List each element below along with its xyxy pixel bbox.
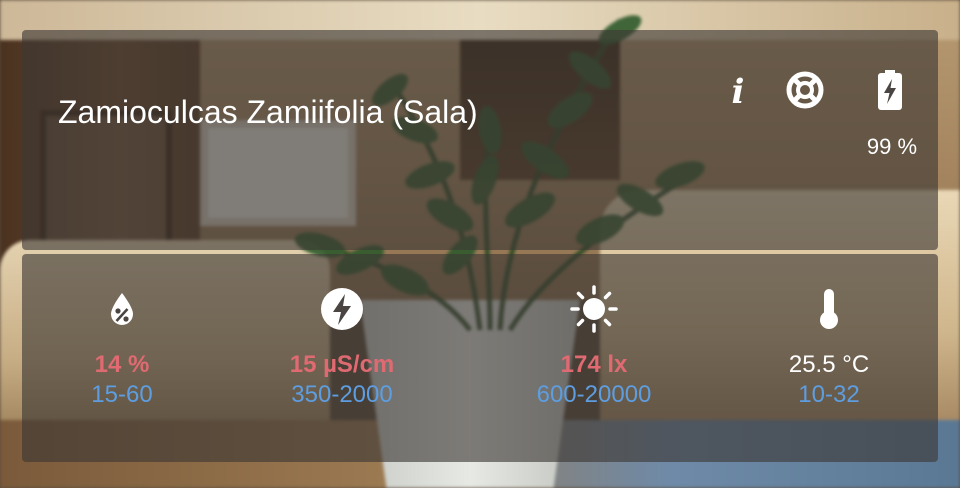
sensor-card: 14 % 15-60 15 µS/cm 350-2000 174 lx 600-… bbox=[22, 254, 938, 462]
illuminance-range: 600-20000 bbox=[536, 381, 652, 408]
moisture-value: 14 % bbox=[94, 351, 150, 378]
conductivity-flash-icon bbox=[242, 284, 442, 334]
conductivity-value: 15 µS/cm bbox=[289, 351, 395, 378]
battery-charging-icon[interactable] bbox=[868, 68, 912, 112]
sensor-conductivity[interactable]: 15 µS/cm 350-2000 bbox=[242, 284, 442, 410]
conductivity-range: 350-2000 bbox=[291, 381, 393, 408]
plant-header-card: Zamioculcas Zamiifolia (Sala) i 99 % bbox=[22, 30, 938, 250]
info-icon[interactable]: i bbox=[716, 68, 760, 112]
battery-level: 99 % bbox=[866, 134, 918, 159]
sensor-moisture[interactable]: 14 % 15-60 bbox=[22, 284, 222, 410]
thermometer-icon bbox=[729, 284, 929, 334]
illuminance-value: 174 lx bbox=[560, 351, 628, 378]
moisture-range: 15-60 bbox=[91, 381, 153, 408]
sun-icon bbox=[494, 284, 694, 334]
temperature-range: 10-32 bbox=[798, 381, 860, 408]
sensor-illuminance[interactable]: 174 lx 600-20000 bbox=[494, 284, 694, 410]
temperature-value: 25.5 °C bbox=[788, 351, 870, 378]
svg-text:i: i bbox=[732, 73, 745, 107]
lifebuoy-icon[interactable] bbox=[783, 68, 827, 112]
sensor-temperature[interactable]: 25.5 °C 10-32 bbox=[729, 284, 929, 410]
moisture-percent-icon bbox=[22, 284, 222, 334]
plant-title: Zamioculcas Zamiifolia (Sala) bbox=[58, 94, 478, 130]
